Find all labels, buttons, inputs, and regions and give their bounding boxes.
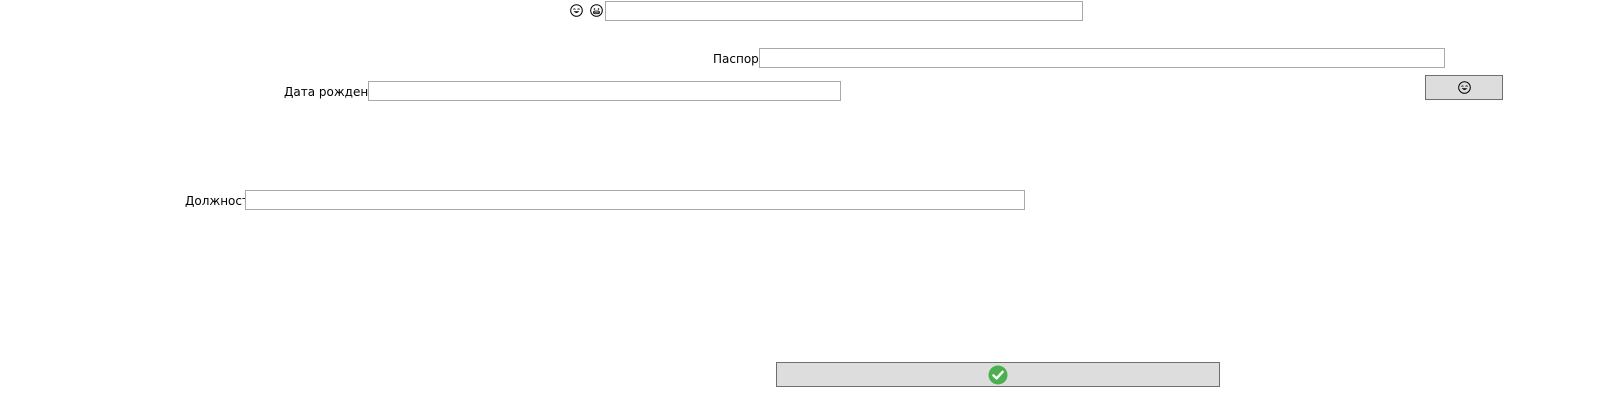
face-button[interactable] [1425, 75, 1503, 100]
top-input[interactable] [605, 1, 1083, 21]
smiling-face-icon[interactable] [570, 4, 583, 17]
form-window: Паспорт Дата рождения Должность [0, 0, 1599, 405]
confirm-button[interactable] [776, 362, 1220, 387]
green-checkmark-icon [988, 365, 1008, 385]
grinning-face-icon[interactable] [590, 4, 603, 17]
position-input[interactable] [245, 190, 1025, 210]
birth-date-input[interactable] [368, 81, 841, 101]
passport-label: Паспорт [713, 52, 766, 66]
passport-input[interactable] [759, 48, 1445, 68]
smiling-face-icon [1457, 81, 1471, 94]
